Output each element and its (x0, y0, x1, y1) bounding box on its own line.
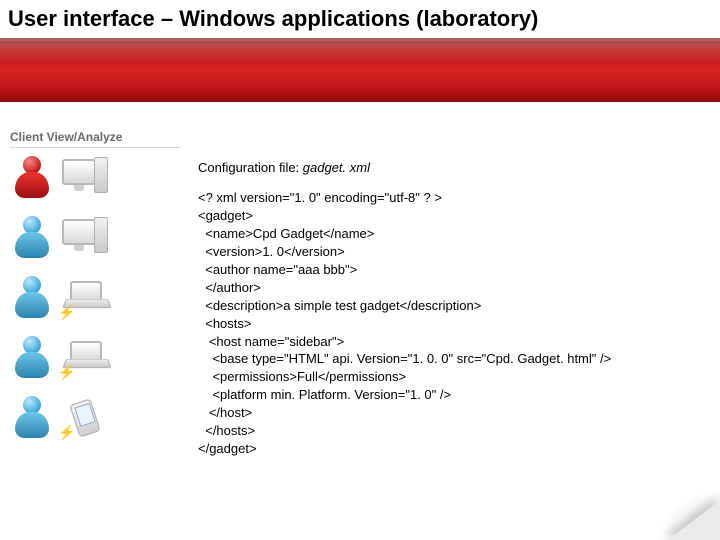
person-icon (10, 154, 54, 200)
sidebar-row (10, 154, 180, 200)
config-filename: gadget. xml (303, 160, 370, 175)
person-icon (10, 394, 54, 440)
xml-code-block: <? xml version="1. 0" encoding="utf-8" ?… (198, 189, 698, 458)
config-label: Configuration file: (198, 160, 303, 175)
config-file-line: Configuration file: gadget. xml (198, 160, 698, 175)
bolt-icon: ⚡ (58, 364, 75, 381)
sidebar-row: ⚡ (10, 394, 180, 440)
sidebar: Client View/Analyze ⚡ ⚡ (10, 130, 180, 454)
desktop-icon (62, 155, 112, 199)
bolt-icon: ⚡ (58, 424, 75, 441)
laptop-icon: ⚡ (62, 275, 112, 319)
laptop-icon: ⚡ (62, 335, 112, 379)
sidebar-row: ⚡ (10, 334, 180, 380)
sidebar-heading: Client View/Analyze (10, 130, 180, 148)
person-icon (10, 274, 54, 320)
slide: User interface – Windows applications (l… (0, 0, 720, 540)
content-area: Configuration file: gadget. xml <? xml v… (198, 160, 698, 458)
pda-icon: ⚡ (62, 395, 112, 439)
page-curl-icon (630, 470, 720, 540)
sidebar-row: ⚡ (10, 274, 180, 320)
header-band (0, 38, 720, 102)
bolt-icon: ⚡ (58, 304, 75, 321)
person-icon (10, 214, 54, 260)
slide-title: User interface – Windows applications (l… (8, 6, 538, 32)
person-icon (10, 334, 54, 380)
desktop-icon (62, 215, 112, 259)
sidebar-row (10, 214, 180, 260)
